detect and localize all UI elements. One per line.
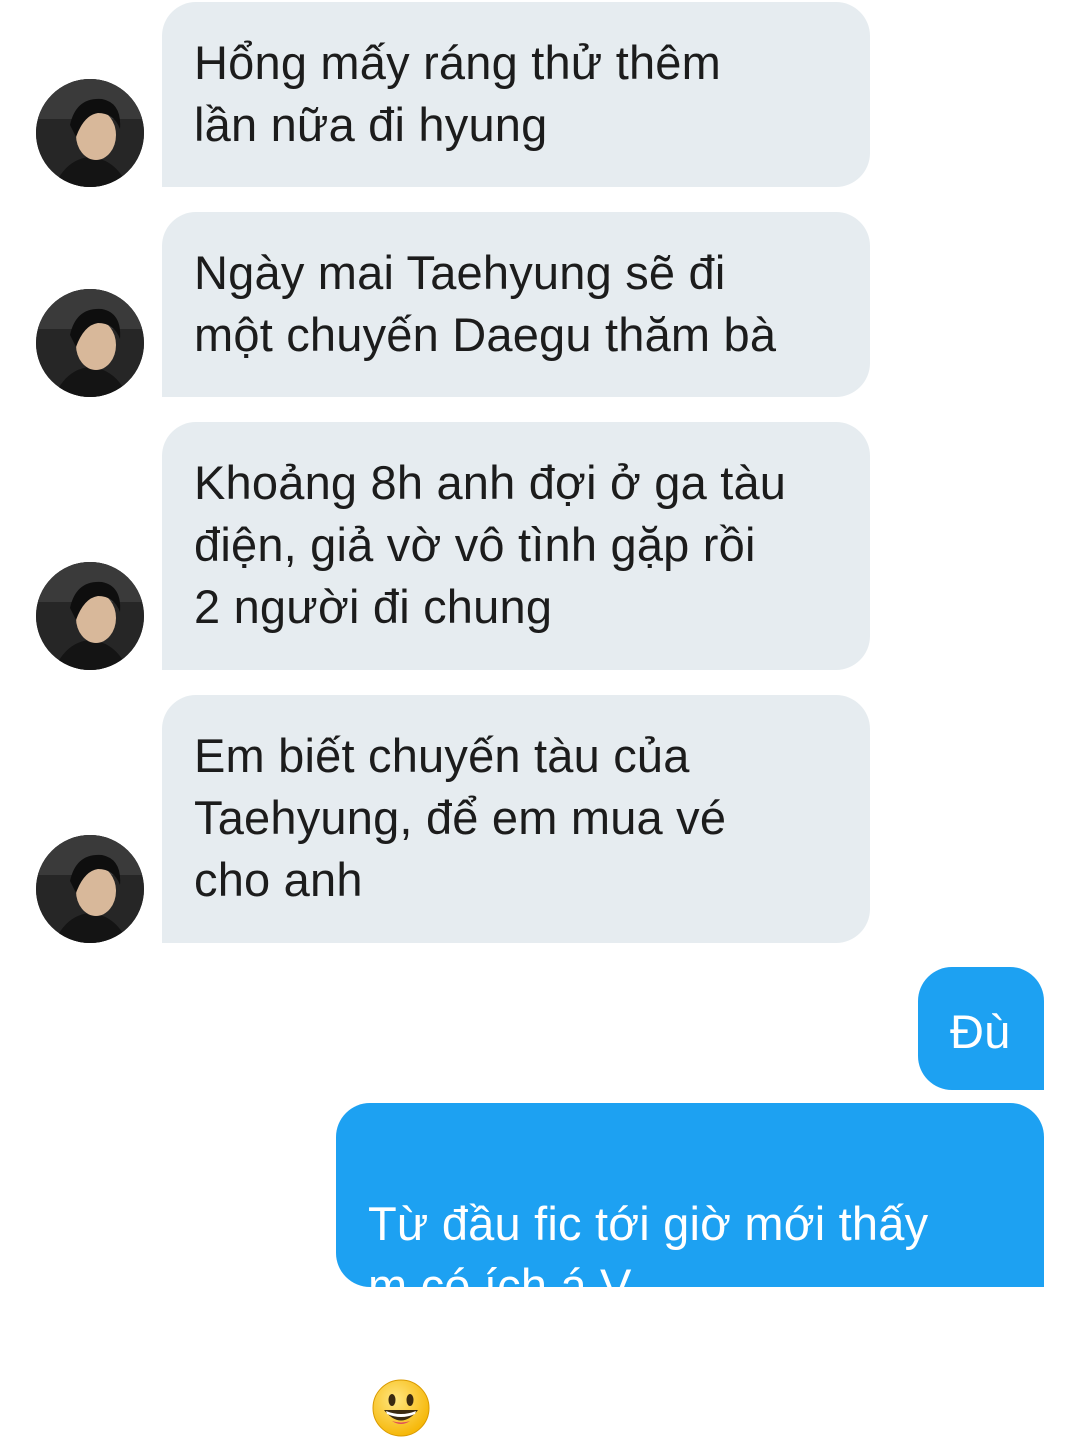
avatar-photo-icon — [36, 289, 144, 397]
grinning-face-emoji-icon — [372, 1317, 430, 1437]
avatar-photo-icon — [36, 562, 144, 670]
chat-thread: Hổng mấy ráng thử thêm lần nữa đi hyung … — [0, 0, 1080, 1437]
incoming-message[interactable]: Hổng mấy ráng thử thêm lần nữa đi hyung — [162, 2, 870, 187]
outgoing-message[interactable]: Đù — [918, 967, 1044, 1090]
incoming-message[interactable]: Em biết chuyến tàu của Taehyung, để em m… — [162, 695, 870, 943]
avatar-photo-icon — [36, 835, 144, 943]
incoming-message[interactable]: Khoảng 8h anh đợi ở ga tàu điện, giả vờ … — [162, 422, 870, 670]
sender-avatar[interactable] — [36, 835, 144, 943]
sender-avatar[interactable] — [36, 289, 144, 397]
outgoing-message[interactable]: Từ đầu fic tới giờ mới thấy m có ích á V — [336, 1103, 1044, 1437]
incoming-message[interactable]: Ngày mai Taehyung sẽ đi một chuyến Daegu… — [162, 212, 870, 397]
avatar-photo-icon — [36, 79, 144, 187]
sender-avatar[interactable] — [36, 562, 144, 670]
outgoing-message-text: Từ đầu fic tới giờ mới thấy m có ích á V — [368, 1197, 929, 1312]
sender-avatar[interactable] — [36, 79, 144, 187]
